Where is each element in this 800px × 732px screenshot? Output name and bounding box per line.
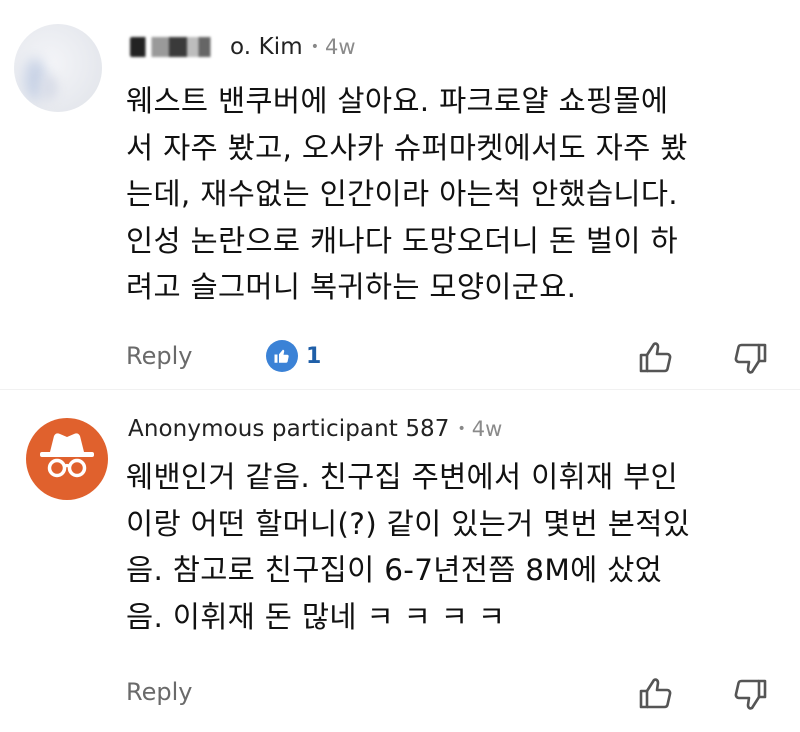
avatar[interactable]	[14, 24, 102, 112]
comment-item: o. Kim • 4w 웨스트 밴쿠버에 살아요. 파크로얄 쇼핑몰에 서 자주…	[0, 0, 800, 390]
avatar-photo-blur	[40, 76, 58, 100]
comment-thread: o. Kim • 4w 웨스트 밴쿠버에 살아요. 파크로얄 쇼핑몰에 서 자주…	[0, 0, 800, 732]
thumbs-up-icon	[266, 340, 298, 372]
meta-separator: •	[310, 39, 320, 55]
reply-button[interactable]: Reply	[126, 342, 192, 370]
author-name[interactable]: o. Kim	[230, 34, 303, 60]
comment-body: 웨밴인거 같음. 친구집 주변에서 이휘재 부인 이랑 어떤 할머니(?) 같이…	[126, 460, 691, 634]
author-name[interactable]: Anonymous participant 587	[128, 416, 450, 442]
thumbs-down-outline-icon[interactable]	[730, 338, 770, 378]
comment-header: Anonymous participant 587 • 4w	[128, 416, 502, 442]
comment-timestamp: 4w	[325, 35, 356, 59]
thumbs-up-outline-icon[interactable]	[636, 338, 676, 378]
thumbs-down-outline-icon[interactable]	[730, 674, 770, 714]
comment-actions: Reply 1	[126, 338, 771, 378]
comment-body: 웨스트 밴쿠버에 살아요. 파크로얄 쇼핑몰에 서 자주 봤고, 오사카 슈퍼마…	[126, 84, 688, 304]
meta-separator: •	[457, 421, 466, 437]
like-count: 1	[306, 343, 322, 369]
thumbs-up-outline-icon[interactable]	[636, 674, 676, 714]
reply-button[interactable]: Reply	[126, 678, 192, 706]
comment-header: o. Kim • 4w	[130, 34, 356, 60]
comment-actions: Reply	[126, 674, 771, 714]
anonymous-incognito-icon[interactable]	[26, 418, 108, 500]
like-summary[interactable]: 1	[266, 340, 321, 372]
comment-timestamp: 4w	[471, 417, 503, 441]
comment-item: Anonymous participant 587 • 4w 웨밴인거 같음. …	[0, 390, 800, 732]
redacted-name-part	[130, 37, 228, 57]
